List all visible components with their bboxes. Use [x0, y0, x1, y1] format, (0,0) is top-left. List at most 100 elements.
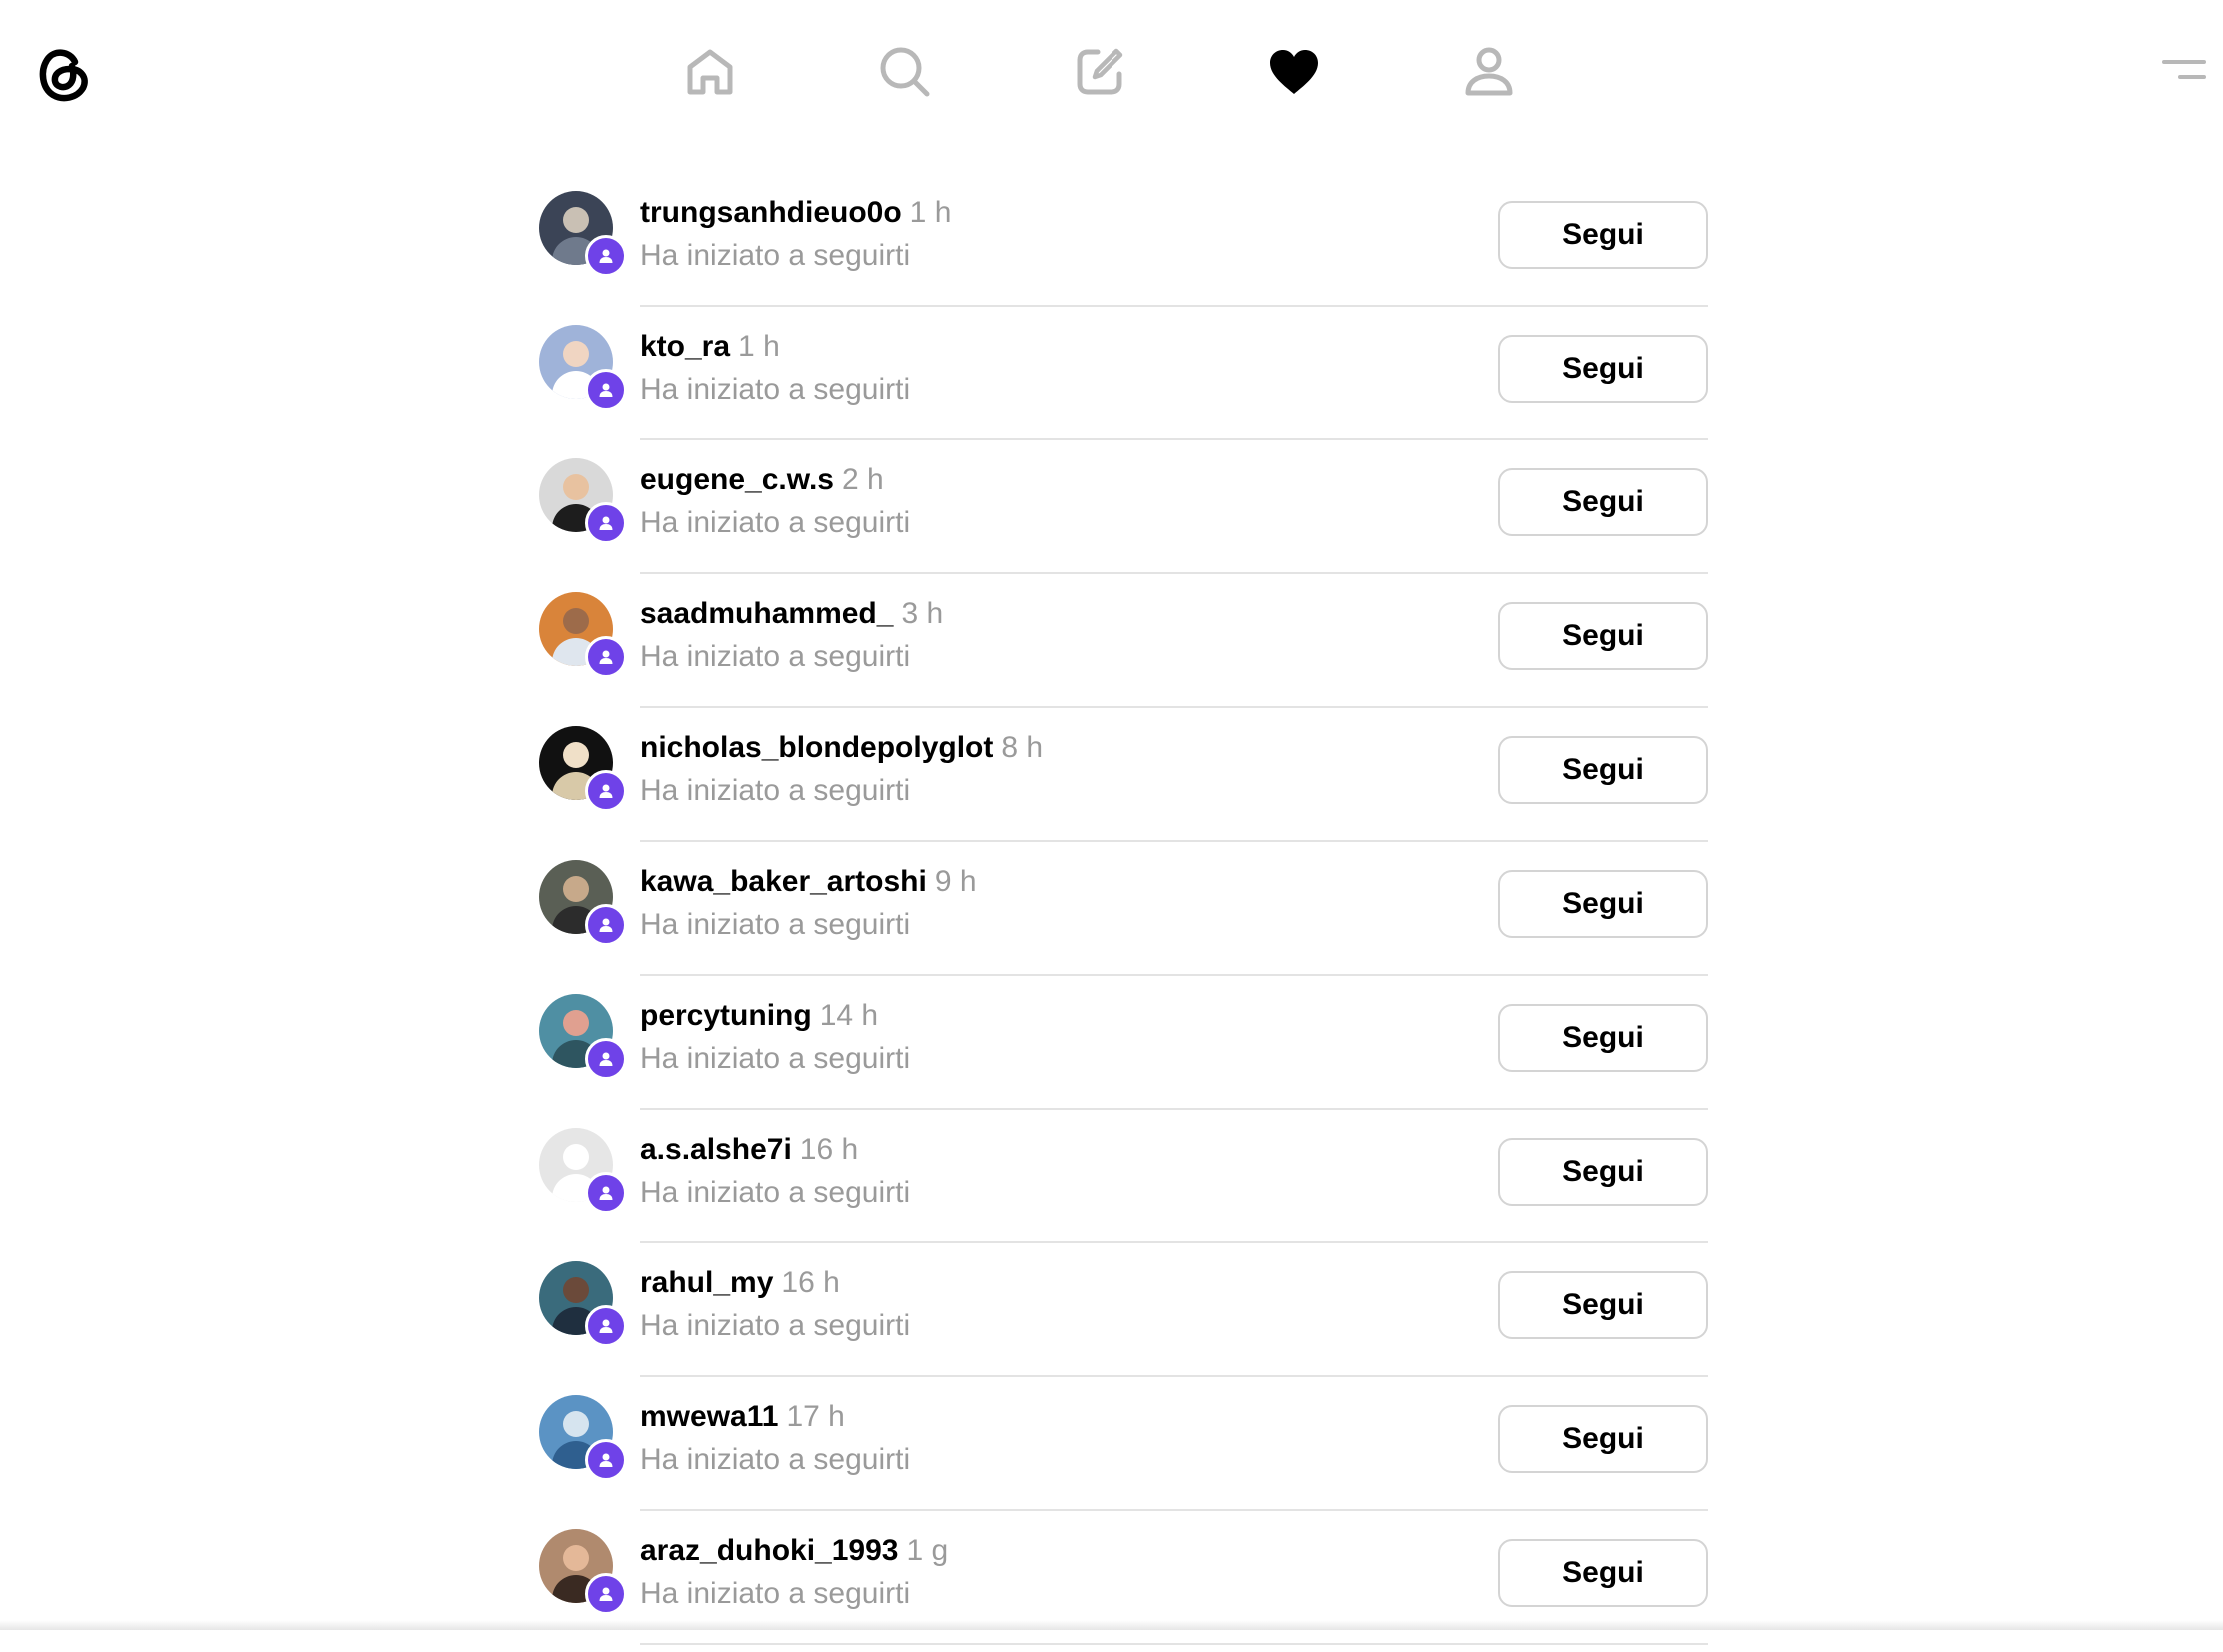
home-icon[interactable] — [680, 42, 740, 102]
username-link[interactable]: percytuning — [640, 999, 812, 1032]
avatar-head — [563, 207, 589, 233]
follow-badge-icon — [585, 1573, 627, 1615]
avatar-head — [563, 876, 589, 902]
activity-text: mwewa11 17 h Ha iniziato a seguirti — [640, 1398, 910, 1479]
activity-subtitle: Ha iniziato a seguirti — [640, 908, 911, 941]
threads-logo-icon[interactable] — [26, 36, 100, 110]
activity-subtitle: Ha iniziato a seguirti — [640, 640, 911, 673]
activity-text: kawa_baker_artoshi 9 h Ha iniziato a segui… — [640, 863, 977, 944]
username-line: araz_duhoki_1993 1 g — [640, 1532, 948, 1570]
follow-button[interactable]: Segui — [1498, 1405, 1708, 1473]
bottom-edge-shadow — [0, 1620, 2223, 1630]
search-icon[interactable] — [875, 42, 935, 102]
activity-subtitle: Ha iniziato a seguirti — [640, 1577, 911, 1610]
menu-icon[interactable] — [2161, 56, 2207, 84]
username-link[interactable]: saadmuhammed_ — [640, 597, 893, 630]
username-line: rahul_my 16 h — [640, 1264, 910, 1302]
activity-text: percytuning 14 h Ha iniziato a seguirti — [640, 997, 910, 1078]
follow-badge-icon — [585, 369, 627, 411]
activity-text: kto_ra 1 h Ha iniziato a seguirti — [640, 328, 910, 409]
follow-button[interactable]: Segui — [1498, 1539, 1708, 1607]
activity-row: rahul_my 16 h Ha iniziato a seguirti Segui — [539, 1250, 1708, 1384]
activity-row: trungsanhdieuo0o 1 h Ha iniziato a seguirt… — [539, 180, 1708, 314]
follow-button[interactable]: Segui — [1498, 201, 1708, 269]
activity-row: a.s.alshe7i 16 h Ha iniziato a seguirti Seg… — [539, 1117, 1708, 1250]
follow-badge-icon — [585, 502, 627, 544]
follow-badge-icon — [585, 904, 627, 946]
row-divider — [640, 1643, 1708, 1645]
activity-text: nicholas_blondepolyglot 8 h Ha iniziato a … — [640, 729, 1043, 810]
avatar-head — [563, 608, 589, 634]
follow-button[interactable]: Segui — [1498, 1271, 1708, 1339]
username-link[interactable]: rahul_my — [640, 1266, 773, 1299]
follow-badge-icon — [585, 1439, 627, 1481]
activity-subtitle: Ha iniziato a seguirti — [640, 373, 911, 406]
timestamp: 17 h — [786, 1400, 845, 1433]
row-divider — [640, 706, 1708, 708]
activity-text: araz_duhoki_1993 1 g Ha iniziato a seguirt… — [640, 1532, 948, 1613]
activity-subtitle: Ha iniziato a seguirti — [640, 1443, 911, 1476]
avatar-head — [563, 1010, 589, 1036]
activity-subtitle: Ha iniziato a seguirti — [640, 1042, 911, 1075]
username-line: eugene_c.w.s 2 h — [640, 461, 910, 499]
activity-list: trungsanhdieuo0o 1 h Ha iniziato a seguirt… — [539, 180, 1708, 1652]
follow-button[interactable]: Segui — [1498, 468, 1708, 536]
follow-badge-icon — [585, 1038, 627, 1080]
top-navigation-bar — [0, 0, 2223, 140]
username-link[interactable]: trungsanhdieuo0o — [640, 196, 902, 229]
username-link[interactable]: a.s.alshe7i — [640, 1133, 792, 1166]
row-divider — [640, 1108, 1708, 1110]
username-line: mwewa11 17 h — [640, 1398, 910, 1436]
row-divider — [640, 1509, 1708, 1511]
timestamp: 16 h — [781, 1266, 840, 1299]
username-link[interactable]: mwewa11 — [640, 1400, 778, 1433]
username-line: kawa_baker_artoshi 9 h — [640, 863, 977, 901]
follow-button[interactable]: Segui — [1498, 335, 1708, 403]
timestamp: 1 g — [906, 1534, 949, 1567]
activity-subtitle: Ha iniziato a seguirti — [640, 774, 911, 807]
activity-row: saadmuhammed_ 3 h Ha iniziato a seguirti Se… — [539, 581, 1708, 715]
username-link[interactable]: nicholas_blondepolyglot — [640, 731, 993, 764]
row-divider — [640, 1241, 1708, 1243]
username-line: kto_ra 1 h — [640, 328, 910, 366]
follow-button[interactable]: Segui — [1498, 602, 1708, 670]
activity-subtitle: Ha iniziato a seguirti — [640, 1176, 911, 1209]
follow-badge-icon — [585, 235, 627, 277]
timestamp: 14 h — [819, 999, 879, 1032]
follow-button[interactable]: Segui — [1498, 1004, 1708, 1072]
timestamp: 3 h — [901, 597, 944, 630]
username-link[interactable]: araz_duhoki_1993 — [640, 1534, 898, 1567]
username-line: trungsanhdieuo0o 1 h — [640, 194, 951, 232]
timestamp: 1 h — [909, 196, 952, 229]
timestamp: 2 h — [841, 463, 884, 496]
activity-row: kawa_baker_artoshi 9 h Ha iniziato a segui… — [539, 849, 1708, 983]
heart-icon[interactable] — [1264, 42, 1324, 102]
timestamp: 16 h — [799, 1133, 859, 1166]
compose-icon[interactable] — [1070, 42, 1129, 102]
username-link[interactable]: eugene_c.w.s — [640, 463, 834, 496]
avatar-head — [563, 474, 589, 500]
row-divider — [640, 1375, 1708, 1377]
follow-button[interactable]: Segui — [1498, 870, 1708, 938]
username-link[interactable]: kawa_baker_artoshi — [640, 865, 927, 898]
follow-button[interactable]: Segui — [1498, 736, 1708, 804]
activity-row: nicholas_blondepolyglot 8 h Ha iniziato a … — [539, 715, 1708, 849]
activity-row: mwewa11 17 h Ha iniziato a seguirti Segui — [539, 1384, 1708, 1518]
timestamp: 9 h — [934, 865, 977, 898]
avatar-head — [563, 1545, 589, 1571]
row-divider — [640, 572, 1708, 574]
follow-badge-icon — [585, 636, 627, 678]
activity-row: araz_duhoki_1993 1 g Ha iniziato a seguirt… — [539, 1518, 1708, 1652]
timestamp: 1 h — [738, 330, 780, 363]
avatar-head — [563, 1277, 589, 1303]
username-link[interactable]: kto_ra — [640, 330, 730, 363]
profile-icon[interactable] — [1459, 42, 1519, 102]
avatar-head — [563, 1144, 589, 1170]
username-line: percytuning 14 h — [640, 997, 910, 1035]
activity-subtitle: Ha iniziato a seguirti — [640, 1309, 911, 1342]
follow-badge-icon — [585, 1305, 627, 1347]
activity-text: a.s.alshe7i 16 h Ha iniziato a seguirti — [640, 1131, 910, 1212]
avatar-head — [563, 341, 589, 367]
username-line: nicholas_blondepolyglot 8 h — [640, 729, 1043, 767]
follow-button[interactable]: Segui — [1498, 1138, 1708, 1206]
